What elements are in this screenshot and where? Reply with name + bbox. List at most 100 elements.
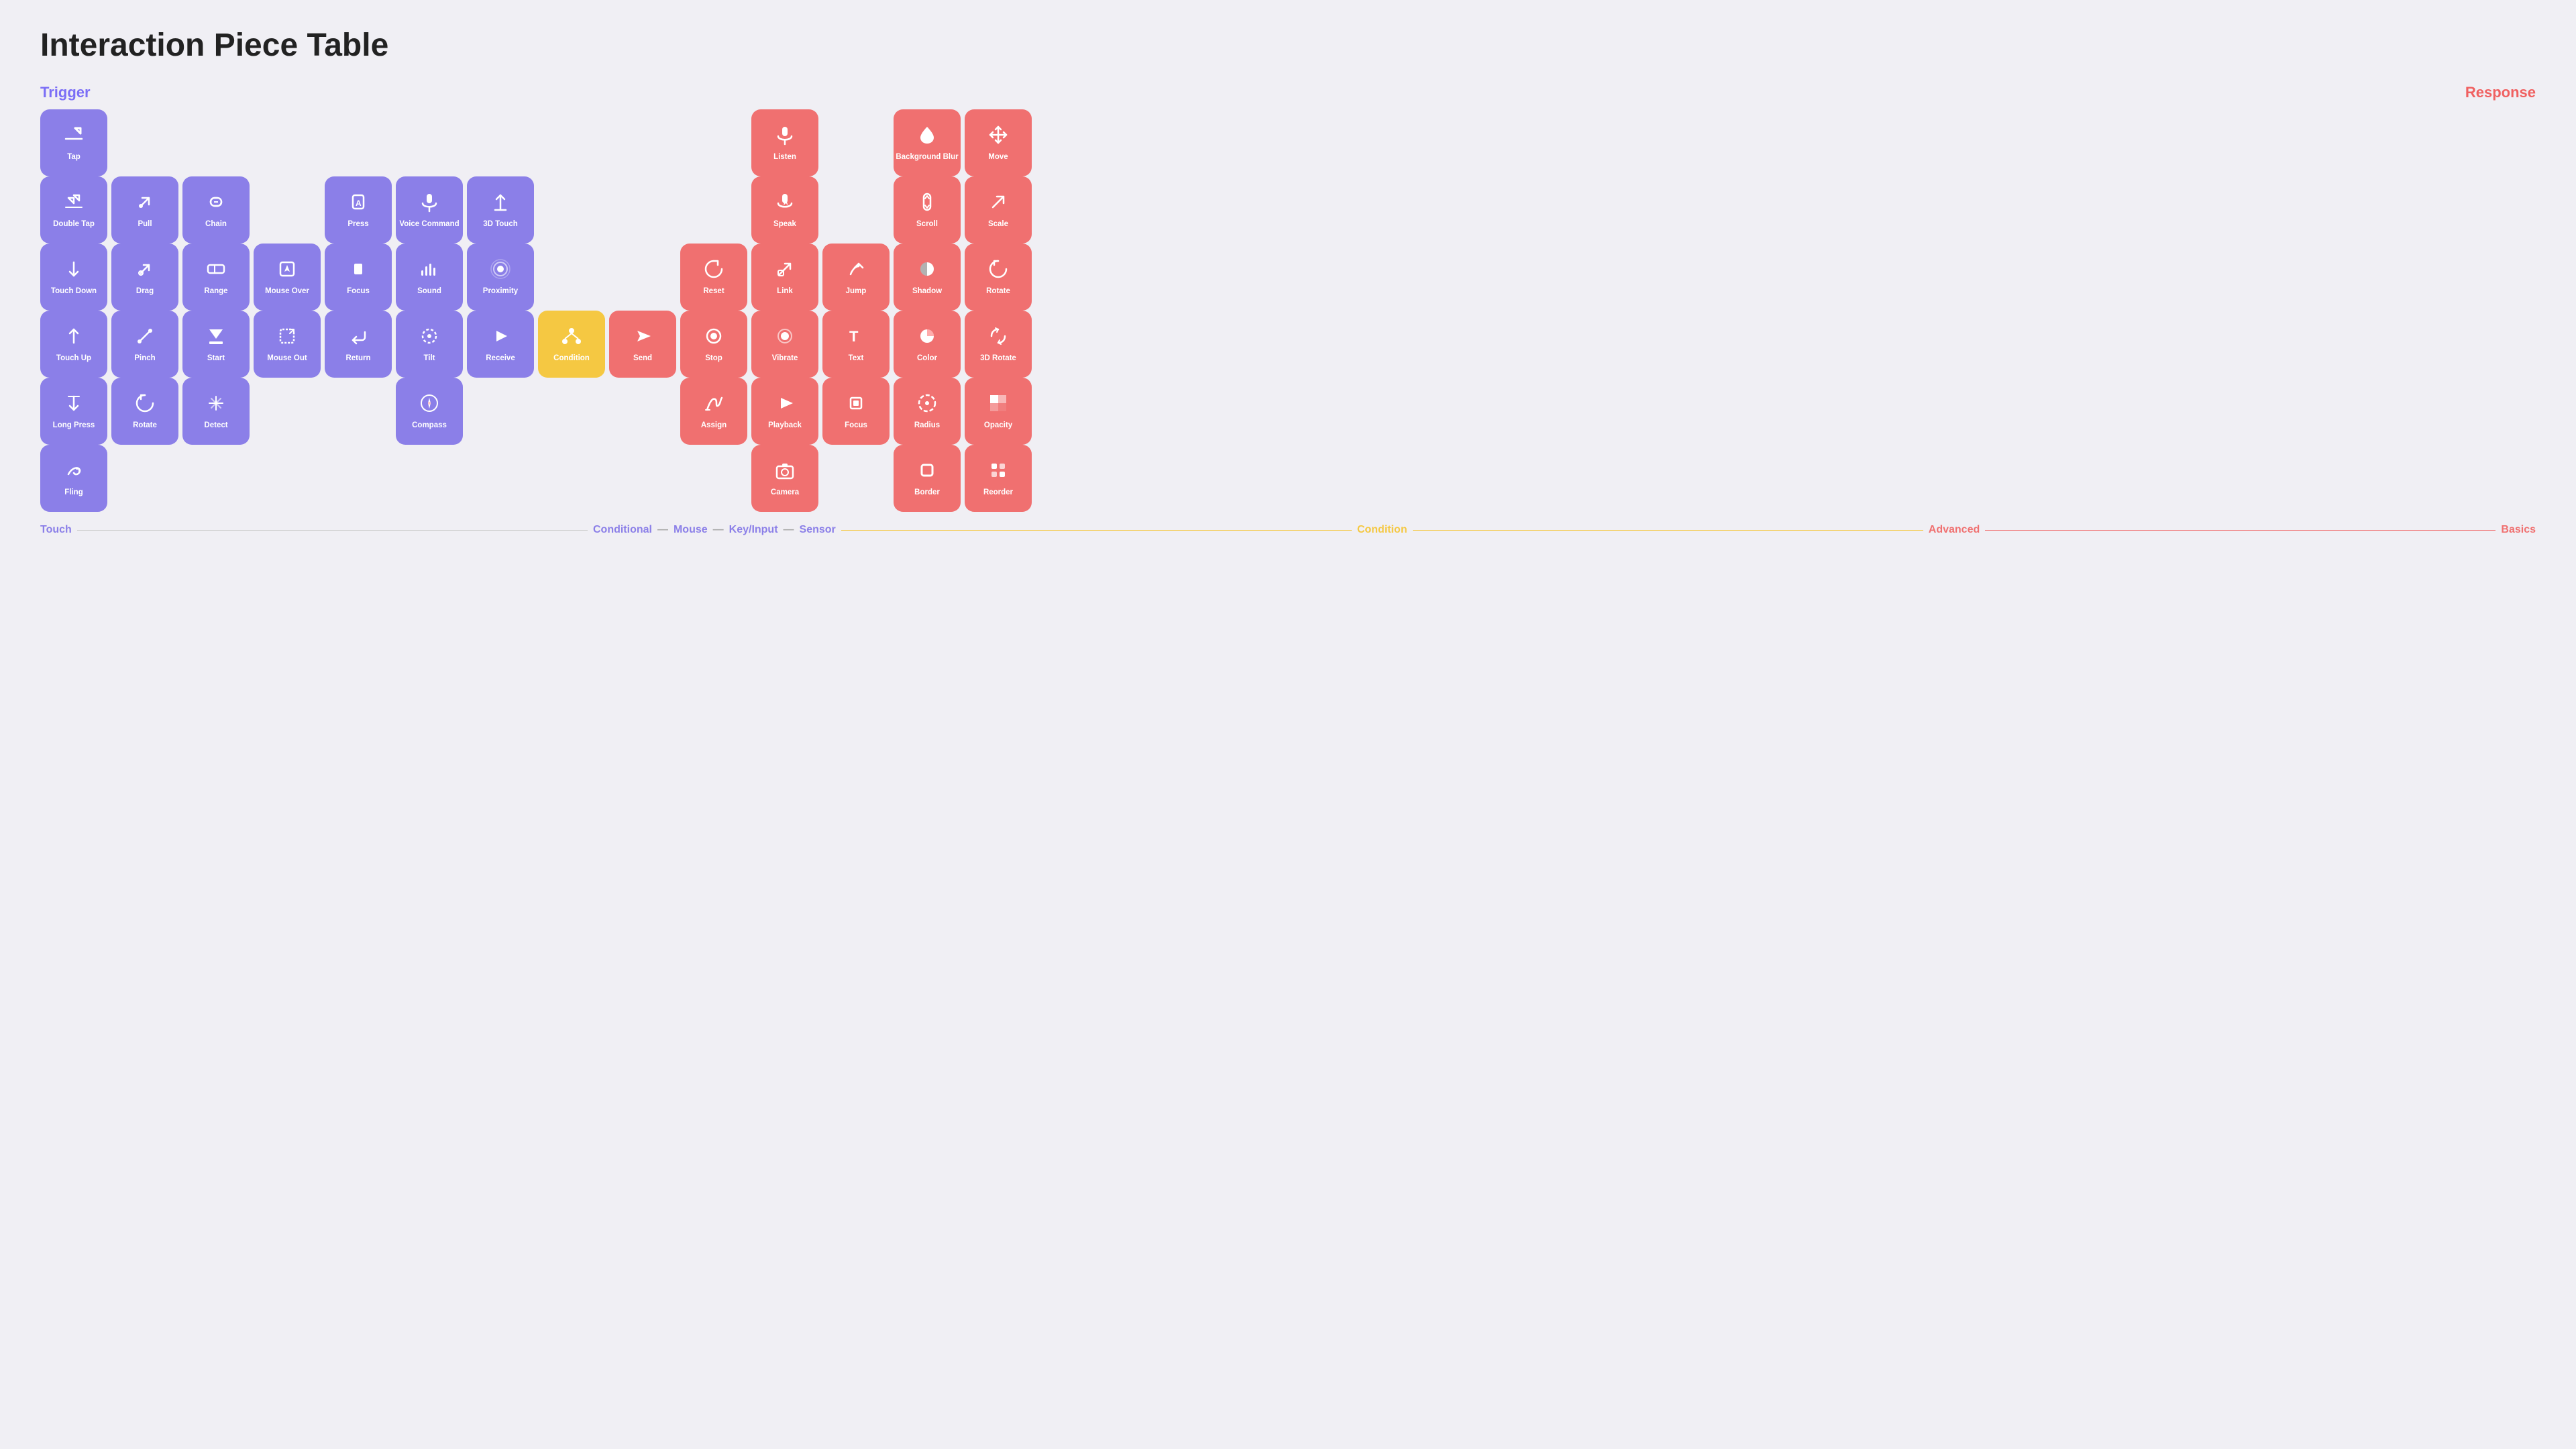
detect-label: Detect xyxy=(204,421,227,431)
assign-label: Assign xyxy=(701,421,727,431)
grid-spacer xyxy=(182,445,250,512)
grid-spacer xyxy=(396,445,463,512)
3d-rotate-label: 3D Rotate xyxy=(980,354,1016,364)
cell-tilt[interactable]: Tilt xyxy=(396,311,463,378)
cell-vibrate[interactable]: Vibrate xyxy=(751,311,818,378)
cell-pull[interactable]: Pull xyxy=(111,176,178,244)
chain-label: Chain xyxy=(205,220,227,229)
border-label: Border xyxy=(914,488,940,498)
proximity-icon xyxy=(490,258,511,283)
focus-icon xyxy=(347,258,369,283)
cell-sound[interactable]: Sound xyxy=(396,244,463,311)
cell-double-tap[interactable]: Double Tap xyxy=(40,176,107,244)
cell-return[interactable]: Return xyxy=(325,311,392,378)
return-label: Return xyxy=(345,354,370,364)
cell-proximity[interactable]: Proximity xyxy=(467,244,534,311)
grid-spacer xyxy=(609,244,676,311)
condition-icon xyxy=(561,325,582,350)
opacity-label: Opacity xyxy=(984,421,1012,431)
cell-shadow[interactable]: Shadow xyxy=(894,244,961,311)
cell-link[interactable]: Link xyxy=(751,244,818,311)
cell-3d-touch[interactable]: 3D Touch xyxy=(467,176,534,244)
background-blur-label: Background Blur xyxy=(896,153,958,162)
cell-playback[interactable]: Playback xyxy=(751,378,818,445)
double-tap-icon xyxy=(63,191,85,216)
listen-icon xyxy=(774,124,796,149)
cell-range[interactable]: Range xyxy=(182,244,250,311)
cell-send[interactable]: Send xyxy=(609,311,676,378)
cell-focus[interactable]: Focus xyxy=(325,244,392,311)
cell-background-blur[interactable]: Background Blur xyxy=(894,109,961,176)
cell-border[interactable]: Border xyxy=(894,445,961,512)
cell-focus[interactable]: Focus xyxy=(822,378,890,445)
reorder-icon xyxy=(987,460,1009,484)
cell-press[interactable]: APress xyxy=(325,176,392,244)
cell-touch-up[interactable]: Touch Up xyxy=(40,311,107,378)
cell-touch-down[interactable]: Touch Down xyxy=(40,244,107,311)
cell-3d-rotate[interactable]: 3D Rotate xyxy=(965,311,1032,378)
cell-camera[interactable]: Camera xyxy=(751,445,818,512)
touch-up-icon xyxy=(63,325,85,350)
shadow-label: Shadow xyxy=(912,287,942,297)
svg-text:T: T xyxy=(849,328,859,345)
label-conditional: Conditional xyxy=(593,524,652,536)
response-label: Response xyxy=(2465,84,2536,101)
cell-speak[interactable]: ASpeak xyxy=(751,176,818,244)
cell-reorder[interactable]: Reorder xyxy=(965,445,1032,512)
cell-long-press[interactable]: Long Press xyxy=(40,378,107,445)
detect-icon xyxy=(205,392,227,417)
grid-spacer xyxy=(609,378,676,445)
drag-label: Drag xyxy=(136,287,154,297)
trigger-label: Trigger xyxy=(40,84,91,101)
scale-icon xyxy=(987,191,1009,216)
cell-tap[interactable]: Tap xyxy=(40,109,107,176)
mouse-out-label: Mouse Out xyxy=(267,354,307,364)
move-icon xyxy=(987,124,1009,149)
cell-pinch[interactable]: Pinch xyxy=(111,311,178,378)
cell-opacity[interactable]: Opacity xyxy=(965,378,1032,445)
cell-compass[interactable]: Compass xyxy=(396,378,463,445)
cell-fling[interactable]: Fling xyxy=(40,445,107,512)
grid-spacer xyxy=(538,378,605,445)
cell-chain[interactable]: Chain xyxy=(182,176,250,244)
grid-spacer xyxy=(609,176,676,244)
cell-rotate[interactable]: Rotate xyxy=(965,244,1032,311)
label-basics: Basics xyxy=(2501,524,2536,536)
label-sensor: Sensor xyxy=(800,524,836,536)
cell-scale[interactable]: Scale xyxy=(965,176,1032,244)
border-icon xyxy=(916,460,938,484)
cell-mouse-out[interactable]: Mouse Out xyxy=(254,311,321,378)
grid-spacer xyxy=(396,109,463,176)
cell-assign[interactable]: Assign xyxy=(680,378,747,445)
cell-receive[interactable]: Receive xyxy=(467,311,534,378)
return-icon xyxy=(347,325,369,350)
reset-label: Reset xyxy=(703,287,724,297)
cell-listen[interactable]: Listen xyxy=(751,109,818,176)
press-icon: A xyxy=(347,191,369,216)
cell-scroll[interactable]: Scroll xyxy=(894,176,961,244)
table-row: Fling Camera Border Reorder xyxy=(40,445,2536,512)
cell-stop[interactable]: Stop xyxy=(680,311,747,378)
cell-rotate[interactable]: Rotate xyxy=(111,378,178,445)
cell-jump[interactable]: Jump xyxy=(822,244,890,311)
cell-text[interactable]: TText xyxy=(822,311,890,378)
mouse-over-icon xyxy=(276,258,298,283)
grid-spacer xyxy=(254,176,321,244)
tilt-label: Tilt xyxy=(423,354,435,364)
rotate-icon xyxy=(987,258,1009,283)
label-mouse: Mouse xyxy=(674,524,708,536)
cell-drag[interactable]: Drag xyxy=(111,244,178,311)
cell-reset[interactable]: Reset xyxy=(680,244,747,311)
cell-voice-command[interactable]: Voice Command xyxy=(396,176,463,244)
cell-color[interactable]: Color xyxy=(894,311,961,378)
compass-label: Compass xyxy=(412,421,447,431)
cell-mouse-over[interactable]: Mouse Over xyxy=(254,244,321,311)
cell-start[interactable]: Start xyxy=(182,311,250,378)
cell-condition[interactable]: Condition xyxy=(538,311,605,378)
touch-down-label: Touch Down xyxy=(51,287,97,297)
cell-detect[interactable]: Detect xyxy=(182,378,250,445)
tilt-icon xyxy=(419,325,440,350)
grid-spacer xyxy=(467,378,534,445)
cell-move[interactable]: Move xyxy=(965,109,1032,176)
cell-radius[interactable]: Radius xyxy=(894,378,961,445)
